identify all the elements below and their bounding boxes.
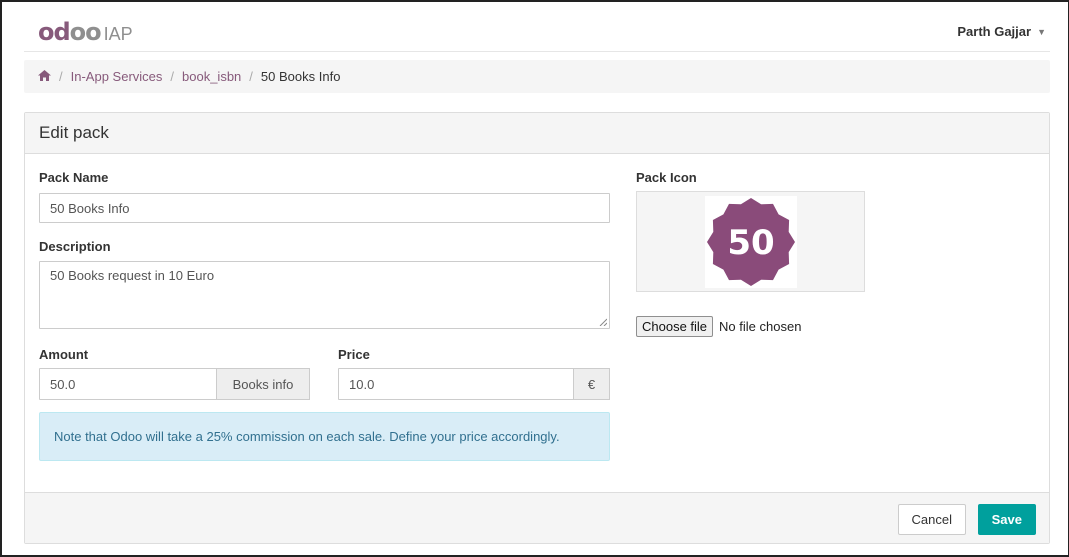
badge-50-icon: 50 (707, 198, 795, 286)
browser-frame: odoo IAP Parth Gajjar ▼ / In-App Service… (0, 0, 1069, 557)
cancel-button[interactable]: Cancel (897, 504, 966, 535)
breadcrumb-separator: / (59, 69, 63, 84)
user-name: Parth Gajjar (957, 24, 1032, 39)
panel-heading: Edit pack (25, 113, 1049, 154)
price-label: Price (338, 347, 370, 362)
save-button[interactable]: Save (977, 504, 1036, 535)
commission-note: Note that Odoo will take a 25% commissio… (39, 412, 610, 461)
badge-text: 50 (727, 223, 774, 263)
breadcrumb-separator: / (170, 69, 175, 84)
description-label: Description (39, 239, 111, 254)
breadcrumb-current: 50 Books Info (260, 69, 341, 84)
top-navbar: odoo IAP Parth Gajjar ▼ (24, 10, 1050, 52)
description-value: 50 Books request in 10 Euro (50, 268, 215, 283)
user-menu[interactable]: Parth Gajjar ▼ (957, 24, 1046, 39)
amount-input[interactable]: 50.0 (39, 368, 217, 400)
amount-label: Amount (39, 347, 89, 362)
price-input[interactable]: 10.0 (338, 368, 574, 400)
brand-suffix: IAP (103, 24, 133, 44)
price-value: 10.0 (349, 376, 375, 392)
breadcrumb-book-isbn[interactable]: book_isbn (182, 69, 241, 84)
breadcrumb-in-app-services[interactable]: In-App Services (71, 69, 163, 84)
panel-footer: Cancel Save (25, 492, 1049, 543)
pack-name-value: 50 Books Info (50, 200, 130, 216)
amount-unit-addon: Books info (216, 368, 310, 400)
home-icon[interactable] (38, 69, 51, 84)
pack-name-input[interactable]: 50 Books Info (39, 193, 610, 223)
commission-note-text: Note that Odoo will take a 25% commissio… (54, 429, 560, 444)
file-chooser: Choose file No file chosen (636, 316, 801, 337)
breadcrumb: / In-App Services / book_isbn / 50 Books… (24, 60, 1050, 93)
currency-addon: € (573, 368, 610, 400)
brand[interactable]: odoo IAP (38, 18, 133, 46)
breadcrumb-separator: / (249, 69, 253, 84)
pack-icon-label: Pack Icon (636, 170, 697, 185)
odoo-logo: odoo (38, 18, 102, 46)
description-textarea[interactable]: 50 Books request in 10 Euro (39, 261, 610, 329)
amount-value: 50.0 (50, 376, 76, 392)
pack-name-label: Pack Name (39, 170, 109, 185)
caret-down-icon: ▼ (1037, 26, 1046, 37)
pack-icon-image: 50 (705, 196, 797, 288)
edit-pack-panel: Edit pack Pack Name 50 Books Info Descri… (24, 112, 1050, 544)
pack-icon-preview: 50 (636, 191, 865, 292)
choose-file-button[interactable]: Choose file (636, 316, 714, 337)
file-status: No file chosen (719, 319, 802, 334)
resize-grip-icon[interactable] (599, 318, 607, 326)
